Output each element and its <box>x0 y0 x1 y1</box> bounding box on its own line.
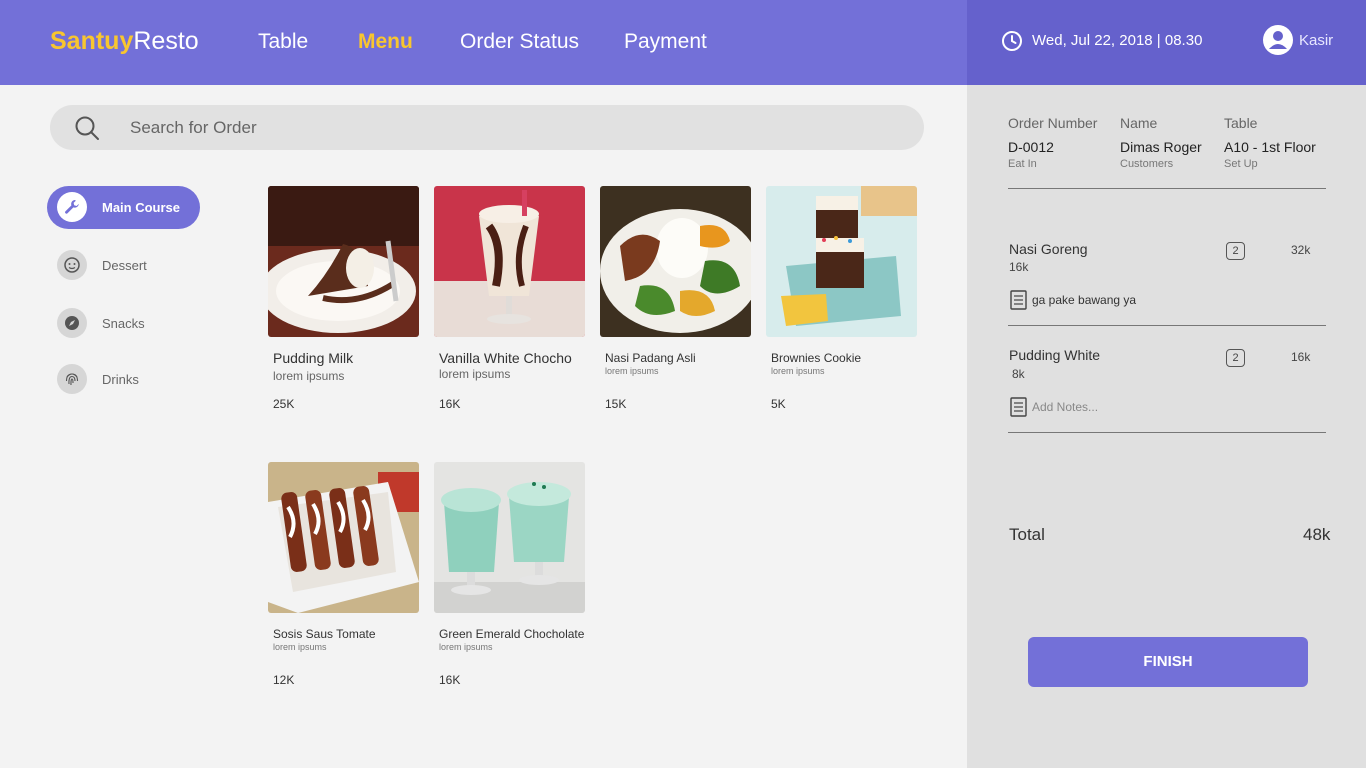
divider <box>1008 432 1326 433</box>
menu-item-price: 16K <box>439 397 461 411</box>
fingerprint-icon <box>57 364 87 394</box>
order-item-total: 32k <box>1291 243 1311 257</box>
brand-name-bold: Santuy <box>50 27 134 55</box>
menu-item-name: Vanilla White Chocho <box>439 350 572 366</box>
menu-item-card[interactable]: Nasi Padang Asli lorem ipsums 15K <box>600 186 760 411</box>
note-icon[interactable] <box>1010 290 1027 310</box>
total-value: 48k <box>1303 525 1331 544</box>
brand-logo[interactable]: SantuyResto <box>50 27 199 56</box>
order-item-name: Nasi Goreng <box>1009 241 1088 257</box>
menu-item-description: lorem ipsums <box>273 642 327 652</box>
category-label: Snacks <box>102 316 145 331</box>
total-label: Total <box>1009 525 1045 544</box>
nav-table[interactable]: Table <box>258 30 308 54</box>
menu-item-image <box>600 186 751 337</box>
order-panel: Order Number D-0012 Eat In Name Dimas Ro… <box>967 85 1366 768</box>
category-drinks[interactable]: Drinks <box>47 358 200 401</box>
user-avatar-icon[interactable] <box>1262 24 1294 56</box>
menu-item-description: lorem ipsums <box>439 367 511 381</box>
order-type: Eat In <box>1008 158 1037 170</box>
menu-item-card[interactable]: Green Emerald Chocholate lorem ipsums 16… <box>434 462 594 687</box>
order-item-note[interactable]: ga pake bawang ya <box>1032 293 1136 307</box>
menu-item-card[interactable]: Sosis Saus Tomate lorem ipsums 12K <box>268 462 428 687</box>
datetime: Wed, Jul 22, 2018 | 08.30 <box>1032 32 1203 49</box>
order-number: D-0012 <box>1008 139 1054 155</box>
menu-item-price: 12K <box>273 673 295 687</box>
category-main-course[interactable]: Main Course <box>47 186 200 229</box>
menu-item-image <box>268 462 419 613</box>
menu-item-name: Nasi Padang Asli <box>605 351 696 365</box>
divider <box>1008 325 1326 326</box>
order-item-total: 16k <box>1291 350 1311 364</box>
order-item-price: 16k <box>1009 260 1029 274</box>
nav-menu[interactable]: Menu <box>358 30 413 54</box>
nav-payment[interactable]: Payment <box>624 30 707 54</box>
category-label: Main Course <box>102 200 181 215</box>
menu-item-description: lorem ipsums <box>771 366 825 376</box>
right-header: Wed, Jul 22, 2018 | 08.30 Kasir <box>967 0 1366 85</box>
clock-icon <box>1002 31 1022 51</box>
menu-item-price: 5K <box>771 397 786 411</box>
note-icon[interactable] <box>1010 397 1027 417</box>
menu-item-name: Pudding Milk <box>273 350 354 366</box>
menu-item-description: lorem ipsums <box>605 366 659 376</box>
finish-button[interactable]: FINISH <box>1028 637 1308 687</box>
wrench-icon <box>57 192 87 222</box>
category-dessert[interactable]: Dessert <box>47 244 200 287</box>
nav-order-status[interactable]: Order Status <box>460 30 579 54</box>
customer-type: Customers <box>1120 158 1174 170</box>
table-label: Table <box>1224 115 1258 131</box>
menu-item-card[interactable]: Brownies Cookie lorem ipsums 5K <box>766 186 926 411</box>
menu-item-card[interactable]: Vanilla White Chocho lorem ipsums 16K <box>434 186 594 411</box>
search-icon[interactable] <box>74 115 100 141</box>
order-number-label: Order Number <box>1008 115 1098 131</box>
menu-item-price: 15K <box>605 397 627 411</box>
face-icon <box>57 250 87 280</box>
menu-item-image <box>434 186 585 337</box>
table-value: A10 - 1st Floor <box>1224 139 1316 155</box>
divider <box>1008 188 1326 189</box>
category-snacks[interactable]: Snacks <box>47 302 200 345</box>
category-label: Drinks <box>102 372 139 387</box>
menu-item-name: Sosis Saus Tomate <box>273 627 376 641</box>
search-input[interactable] <box>130 105 890 150</box>
menu-item-description: lorem ipsums <box>439 642 493 652</box>
user-name[interactable]: Kasir <box>1299 32 1333 49</box>
brand-name-light: Resto <box>133 27 199 55</box>
order-item-quantity[interactable]: 2 <box>1226 349 1245 367</box>
menu-item-name: Green Emerald Chocholate <box>439 627 585 641</box>
table-sub: Set Up <box>1224 158 1258 170</box>
compass-icon <box>57 308 87 338</box>
menu-item-image <box>268 186 419 337</box>
order-item-name: Pudding White <box>1009 347 1101 363</box>
add-notes-field[interactable]: Add Notes... <box>1032 400 1098 414</box>
menu-item-card[interactable]: Pudding Milk lorem ipsums 25K <box>268 186 428 411</box>
customer-name-label: Name <box>1120 115 1158 131</box>
top-header: SantuyResto Table Menu Order Status Paym… <box>0 0 967 85</box>
menu-item-price: 25K <box>273 397 295 411</box>
category-label: Dessert <box>102 258 147 273</box>
customer-name: Dimas Roger <box>1120 139 1202 155</box>
menu-item-image <box>434 462 585 613</box>
order-item-price: 8k <box>1012 367 1025 381</box>
menu-item-name: Brownies Cookie <box>771 351 862 365</box>
menu-item-description: lorem ipsums <box>273 369 345 383</box>
menu-item-price: 16K <box>439 673 461 687</box>
menu-item-image <box>766 186 917 337</box>
order-item-quantity[interactable]: 2 <box>1226 242 1245 260</box>
search-bar <box>50 105 924 150</box>
